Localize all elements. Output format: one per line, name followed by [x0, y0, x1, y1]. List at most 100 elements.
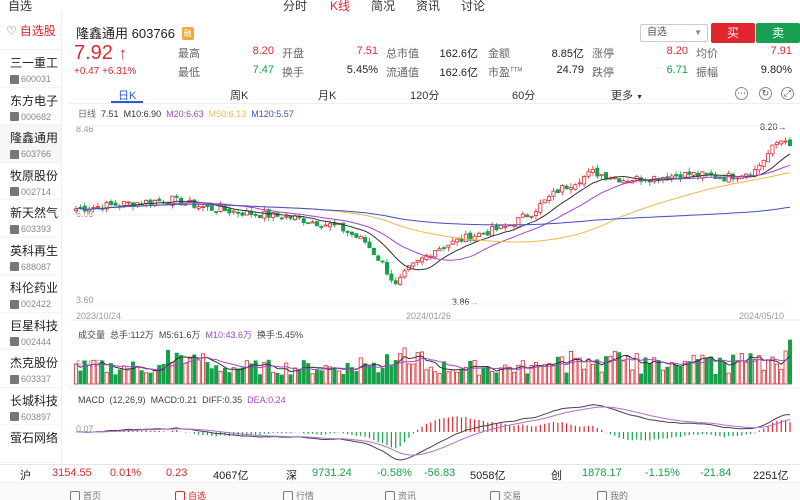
tab-more[interactable]: 更多 ▼ — [611, 87, 643, 103]
candle-body — [349, 231, 354, 235]
price-value: 7.92 — [74, 42, 113, 64]
volume-bar — [139, 370, 144, 385]
tab-weekly[interactable]: 周K — [230, 87, 248, 103]
watchlist-item[interactable]: 长城科技 603897 — [0, 388, 61, 425]
watchlist-item-name: 新天然气 — [10, 206, 59, 220]
fullscreen-icon[interactable]: ⤢ — [781, 87, 794, 100]
watchlist-item-code-row: 600031 — [10, 74, 61, 84]
candle-body — [604, 172, 609, 180]
candle-body — [174, 195, 179, 198]
limitup-label: 涨停 — [592, 48, 614, 60]
tab-monthly[interactable]: 月K — [318, 87, 336, 103]
candle-body — [577, 182, 582, 185]
candle-body — [617, 178, 622, 183]
amount-value: 8.85亿 — [551, 48, 584, 60]
pe-value: 24.79 — [556, 64, 584, 76]
tab-120min[interactable]: 120分 — [410, 87, 439, 103]
volume-bar — [476, 374, 481, 385]
watchlist-item-name: 长城科技 — [10, 393, 59, 408]
amplitude-label: 振幅 — [696, 67, 718, 79]
volume-bar — [152, 370, 157, 385]
sz-label: 深 — [286, 470, 297, 482]
bottom-watchlist[interactable]: 自选 — [175, 489, 206, 500]
volume-bar — [590, 363, 595, 385]
sz-change: -56.83 — [424, 467, 456, 479]
watchlist-item-name: 巨星科技 — [10, 318, 59, 333]
watchlist-item[interactable]: 萤石网络 — [0, 425, 61, 463]
volume-bar — [314, 369, 319, 385]
volume-bar — [472, 359, 477, 385]
candle-body — [301, 218, 306, 224]
volume-bar — [385, 354, 390, 385]
volume-bar — [354, 371, 359, 385]
volume-bar — [183, 362, 188, 385]
watchlist-item[interactable]: 三一重工 600031 — [0, 50, 61, 88]
sh-change: 0.23 — [166, 467, 188, 479]
bottom-trade[interactable]: 交易 — [490, 489, 521, 500]
watchlist-item[interactable]: 巨星科技 002444 — [0, 313, 61, 350]
watchlist-item[interactable]: 新天然气 603393 — [0, 200, 61, 238]
candle-body — [306, 222, 311, 225]
candle-body — [420, 257, 425, 263]
volume-bar — [148, 372, 153, 385]
volume-bar — [599, 371, 604, 385]
watchlist-item[interactable]: 隆鑫通用 603766 — [0, 125, 61, 163]
candle-body — [726, 173, 731, 183]
watchlist-item-code-row: 603337 — [10, 374, 61, 384]
watchlist-item[interactable]: 牧原股份 002714 — [0, 163, 61, 200]
mktcap-value: 162.6亿 — [439, 48, 478, 60]
quote-header: 隆鑫通用 603766 融 7.92 ↑ +0.47 +6.31% 最高 8.2… — [68, 12, 800, 84]
candle-body — [109, 201, 114, 205]
sh-value: 3154.55 — [52, 467, 92, 479]
volume-bar — [713, 373, 718, 385]
watchlist-item-code: 002422 — [21, 299, 52, 309]
mktcap-label: 总市值 — [386, 48, 419, 60]
candle-body — [122, 201, 127, 206]
bottom-news[interactable]: 资讯 — [385, 489, 416, 500]
bottom-market-label: 行情 — [296, 491, 315, 500]
watchlist-header[interactable]: ♡ 自选股 — [0, 12, 61, 50]
kline-chart[interactable]: 日线 7.51 M10:6.90 M20:6.63 M50:6.13 M120:… — [68, 104, 800, 464]
watchlist-item[interactable]: 英科再生 688087 — [0, 238, 61, 275]
index-ticker-bar[interactable]: 沪 3154.55 0.01% 0.23 4067亿 深 9731.24 -0.… — [0, 464, 800, 482]
candle-body — [455, 238, 460, 243]
candle-body — [647, 179, 652, 183]
ma50-line — [75, 172, 791, 243]
tab-60min[interactable]: 60分 — [512, 87, 535, 103]
bottom-market[interactable]: 行情 — [283, 489, 314, 500]
volume-bar — [455, 371, 460, 385]
turnover-label: 换手 — [282, 67, 304, 79]
volume-bar — [551, 364, 556, 385]
bottom-me[interactable]: 我的 — [597, 489, 628, 500]
volume-bar — [450, 369, 455, 385]
watchlist-item[interactable]: 科伦药业 002422 — [0, 275, 61, 313]
buy-button[interactable]: 买 — [711, 23, 755, 43]
tab-active-indicator — [111, 101, 143, 103]
volume-bar — [236, 368, 241, 385]
sell-button[interactable]: 卖 — [756, 23, 800, 43]
volume-bar — [297, 370, 302, 385]
bottom-home[interactable]: 首页 — [70, 489, 101, 500]
watchlist-item[interactable]: 杰克股份 603337 — [0, 350, 61, 388]
candle-body — [196, 206, 201, 209]
volume-bar — [437, 373, 442, 385]
candle-body — [485, 231, 490, 236]
volume-bar — [739, 353, 744, 385]
candle-body — [376, 255, 381, 261]
settings-icon[interactable]: ⋯ — [735, 87, 748, 100]
candle-body — [262, 210, 267, 219]
watchlist-item-code: 002444 — [21, 336, 52, 347]
candle-body — [691, 172, 696, 176]
watchlist-dropdown[interactable]: 自选 ▼ — [640, 24, 708, 42]
watchlist-item-name: 三一重工 — [10, 56, 59, 70]
watchlist-item-code: 603897 — [21, 411, 52, 422]
watchlist-item[interactable]: 东方电子 000682 — [0, 88, 61, 125]
refresh-icon[interactable]: ↻ — [759, 87, 772, 100]
cy-pct: -1.15% — [645, 467, 680, 479]
volume-bar — [660, 369, 665, 385]
sz-amount: 5058亿 — [470, 470, 506, 482]
low-label: 最低 — [178, 67, 200, 79]
candle-body — [779, 140, 784, 145]
volume-bar — [761, 369, 766, 385]
candle-body — [253, 214, 258, 216]
